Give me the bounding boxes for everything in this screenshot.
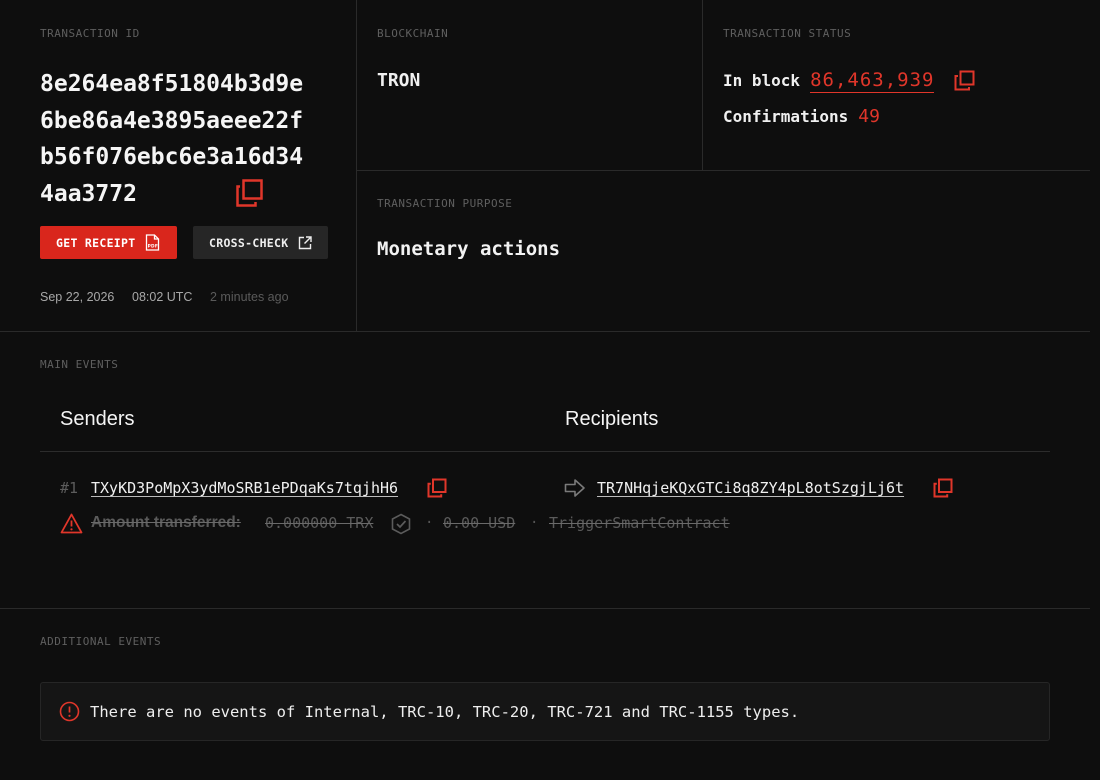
header-divider: [40, 451, 1050, 452]
get-receipt-button[interactable]: GET RECEIPT PDF: [40, 226, 177, 259]
main-events-label: MAIN EVENTS: [40, 358, 119, 371]
copy-icon[interactable]: [427, 478, 447, 498]
verified-icon: [390, 513, 412, 535]
transaction-id-label: TRANSACTION ID: [40, 27, 140, 40]
contract-type: TriggerSmartContract: [549, 514, 730, 532]
copy-icon[interactable]: [954, 70, 975, 91]
main-events-panel: MAIN EVENTS Senders Recipients #1 TXyKD3…: [0, 332, 1090, 609]
separator-dot: ·: [530, 515, 539, 531]
confirmations-label: Confirmations: [723, 107, 849, 126]
transaction-id-value: 8e264ea8f51804b3d9e6be86a4e3895aeee22fb5…: [40, 71, 304, 207]
event-index: #1: [60, 479, 79, 497]
transaction-status-label: TRANSACTION STATUS: [723, 27, 852, 40]
transaction-relative-time: 2 minutes ago: [210, 290, 289, 304]
additional-events-panel: ADDITIONAL EVENTS There are no events of…: [0, 609, 1090, 780]
arrow-right-icon: [564, 478, 586, 498]
no-events-notice: There are no events of Internal, TRC-10,…: [40, 682, 1050, 741]
confirmations-count: 49: [858, 106, 880, 127]
additional-events-label: ADDITIONAL EVENTS: [40, 635, 162, 648]
no-events-text: There are no events of Internal, TRC-10,…: [90, 702, 800, 721]
in-block-row: In block 86,463,939: [723, 68, 975, 93]
external-link-icon: [298, 235, 313, 250]
pdf-icon: PDF: [145, 234, 160, 251]
svg-text:PDF: PDF: [148, 243, 159, 249]
blockchain-panel: BLOCKCHAIN TRON: [357, 0, 703, 171]
copy-icon[interactable]: [234, 178, 264, 208]
cross-check-label: CROSS-CHECK: [209, 235, 289, 250]
recipients-header: Recipients: [565, 408, 659, 430]
transaction-id-panel: TRANSACTION ID 8e264ea8f51804b3d9e6be86a…: [0, 0, 357, 332]
blockchain-value: TRON: [377, 70, 421, 91]
info-icon: [59, 701, 80, 722]
separator-dot: ·: [425, 515, 434, 531]
amount-value: 0.000000 TRX: [265, 514, 374, 532]
recipient-address-link[interactable]: TR7NHqjeKQxGTCi8q8ZY4pL8otSzgjLj6t: [597, 479, 904, 497]
block-number-link[interactable]: 86,463,939: [810, 68, 935, 93]
transaction-purpose-panel: TRANSACTION PURPOSE Monetary actions: [357, 171, 1090, 332]
get-receipt-label: GET RECEIPT: [56, 235, 136, 250]
sender-address-link[interactable]: TXyKD3PoMpX3ydMoSRB1ePDqaKs7tqjhH6: [91, 479, 398, 497]
transaction-time: 08:02 UTC: [132, 290, 193, 304]
copy-icon[interactable]: [933, 478, 953, 498]
transaction-date: Sep 22, 2026: [40, 290, 115, 304]
cross-check-button[interactable]: CROSS-CHECK: [193, 226, 328, 259]
amount-label: Amount transferred:: [91, 514, 241, 531]
usd-value: 0.00 USD: [443, 514, 516, 532]
transaction-purpose-label: TRANSACTION PURPOSE: [377, 197, 513, 210]
confirmations-row: Confirmations 49: [723, 106, 880, 127]
transaction-purpose-value: Monetary actions: [377, 238, 561, 260]
blockchain-label: BLOCKCHAIN: [377, 27, 449, 40]
in-block-label: In block: [723, 71, 801, 90]
warning-icon: [60, 513, 83, 534]
senders-header: Senders: [60, 408, 135, 430]
transaction-status-panel: TRANSACTION STATUS In block 86,463,939 C…: [703, 0, 1090, 171]
